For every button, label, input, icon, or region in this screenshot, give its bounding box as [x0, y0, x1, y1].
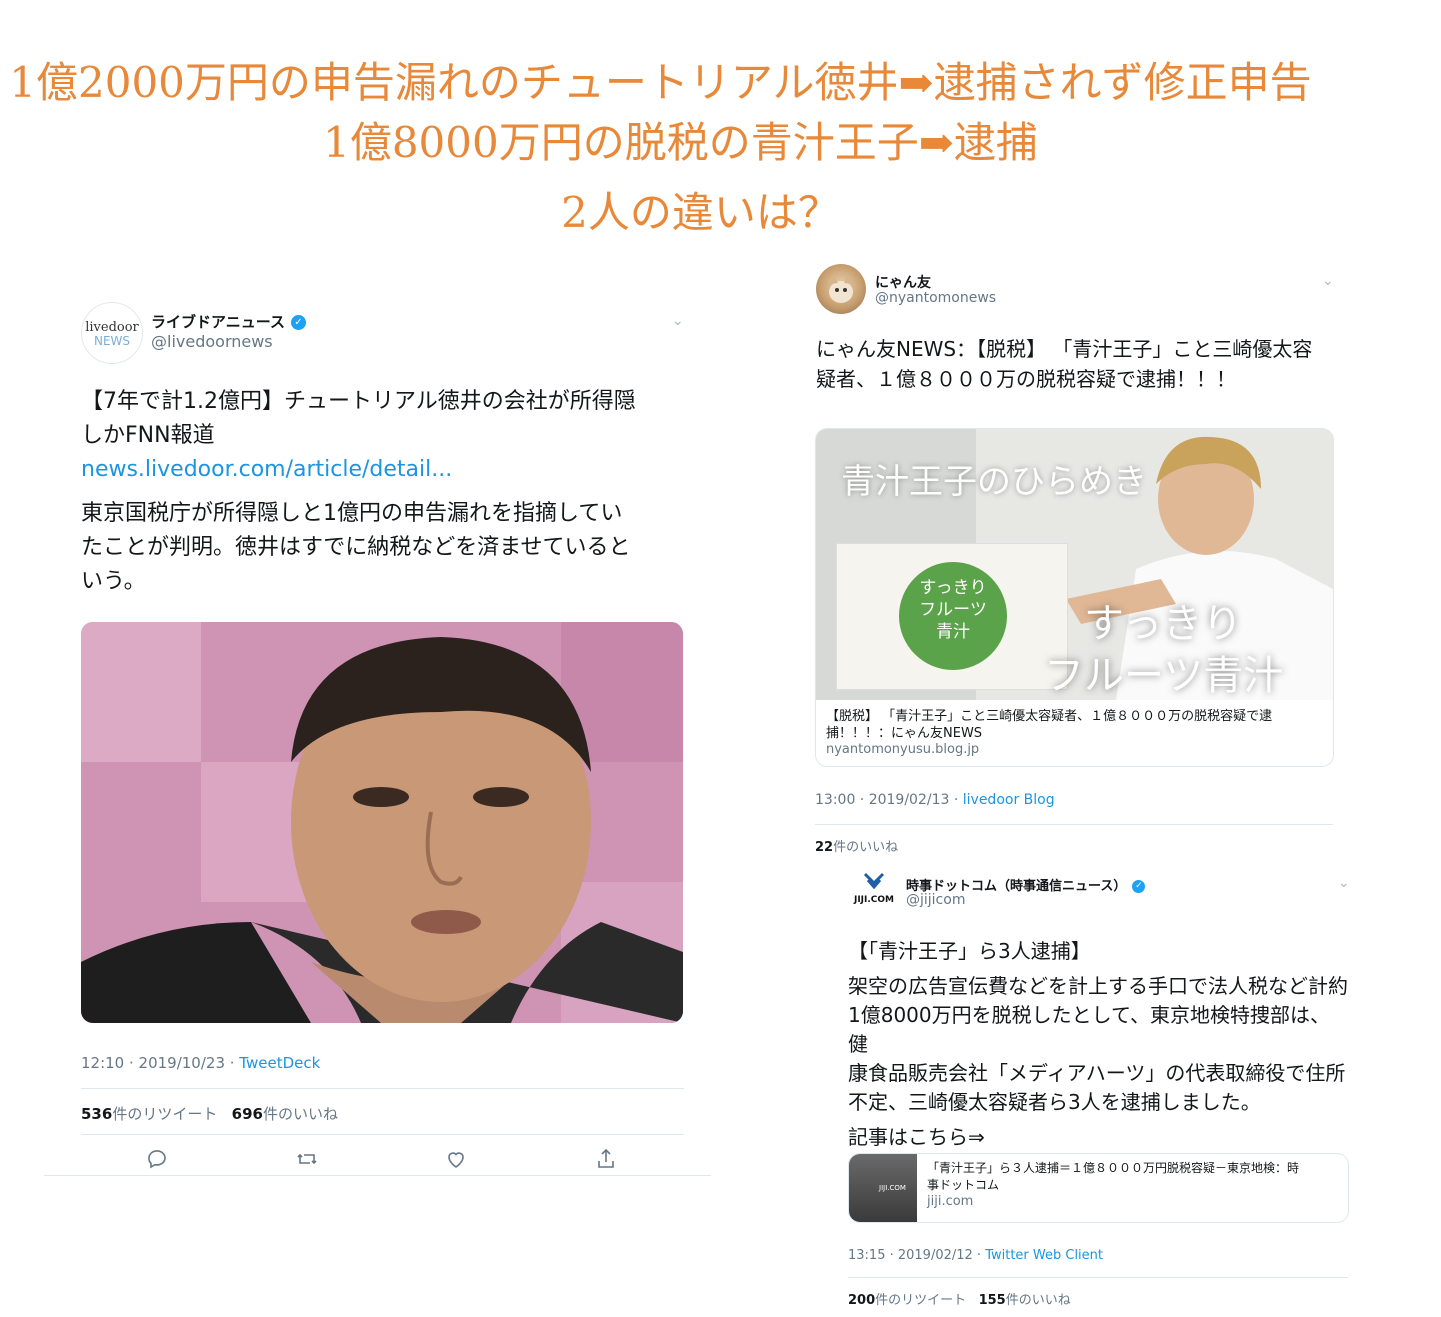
avatar[interactable]: livedoor NEWS	[81, 302, 143, 364]
tweet-text-line: たことが判明。徳井はすでに納税などを済ませていると	[81, 535, 631, 560]
like-count-label: 件のいいね	[262, 1105, 338, 1123]
jiji-logo-icon	[863, 872, 885, 890]
tweet-stats: 200件のリツイート 155件のいいね	[848, 1289, 1071, 1308]
portrait-illustration	[81, 622, 683, 1023]
tweet-stats: 22件のいいね	[815, 836, 898, 855]
card-overlay-title: 青汁王子のひらめき	[841, 462, 1147, 502]
tweet-text-line: 架空の広告宣伝費などを計上する手口で法人税など計約	[848, 974, 1348, 998]
tweet-text: 架空の広告宣伝費などを計上する手口で法人税など計約 1億8000万円を脱税したと…	[848, 972, 1348, 1152]
divider	[44, 1175, 711, 1176]
retweet-count[interactable]: 200	[848, 1293, 875, 1308]
product-package-circle: すっきり フルーツ 青汁	[899, 562, 1007, 670]
card-domain: jiji.com	[927, 1194, 974, 1209]
link-card[interactable]: JIJI.COM 「青汁王子」ら３人逮捕＝１億８０００万円脱税容疑－東京地検：時…	[848, 1153, 1349, 1223]
card-overlay-product-line2: フルーツ青汁	[1044, 653, 1284, 699]
card-thumbnail: JIJI.COM	[849, 1154, 917, 1222]
product-package: すっきり フルーツ 青汁	[836, 543, 1068, 690]
author-name[interactable]: にゃん友	[875, 272, 931, 292]
reply-icon[interactable]	[145, 1147, 169, 1171]
tweet-timestamp[interactable]: 12:10 · 2019/10/23 · TweetDeck	[81, 1054, 320, 1072]
like-count-label: 件のいいね	[833, 840, 899, 855]
card-title-line: 「青汁王子」ら３人逮捕＝１億８０００万円脱税容疑－東京地検：時	[927, 1161, 1300, 1175]
author-handle[interactable]: @jijicom	[906, 892, 965, 908]
chevron-down-icon[interactable]: ⌄	[672, 313, 684, 329]
tweet-link[interactable]: news.livedoor.com/article/detail...	[81, 453, 701, 487]
tweet-text-line: 康食品販売会社「メディアハーツ」の代表取締役で住所	[848, 1061, 1346, 1085]
tweet-text-line: にゃん友NEWS：【脱税】 「青汁王子」こと三崎優太容	[816, 337, 1313, 361]
share-icon[interactable]	[594, 1147, 618, 1171]
tweet-text-line: 記事はこちら⇒	[848, 1125, 985, 1149]
tweet-source[interactable]: TweetDeck	[239, 1054, 320, 1072]
author-handle[interactable]: @livedoornews	[151, 332, 273, 351]
headline-line-1: 1億2000万円の申告漏れのチュートリアル徳井➡逮捕されず修正申告	[9, 58, 1312, 107]
card-title-line: 捕！！！：にゃん友NEWS	[826, 726, 983, 741]
tweet-title: 【「青汁王子」ら3人逮捕】	[848, 939, 1091, 963]
card-overlay-product-line1: すっきり	[1084, 601, 1243, 647]
divider	[815, 824, 1333, 825]
card-domain: nyantomonyusu.blog.jp	[826, 742, 980, 757]
avatar[interactable]: JIJI.COM	[849, 871, 899, 907]
headline-line-2: 1億8000万円の脱税の青汁王子➡逮捕	[323, 118, 1038, 167]
retweet-count-label: 件のリツイート	[875, 1293, 967, 1308]
like-count-label: 件のいいね	[1005, 1293, 1071, 1308]
avatar-logo-text: livedoor	[85, 320, 139, 335]
author-name-text: ライブドアニュース	[151, 313, 285, 331]
like-count[interactable]: 22	[815, 840, 833, 855]
tweet-text-2: 東京国税庁が所得隠しと1億円の申告漏れを指摘してい たことが判明。徳井はすでに納…	[81, 497, 701, 599]
tweet-text-line: しかFNN報道	[81, 423, 215, 448]
like-icon[interactable]	[444, 1147, 468, 1171]
jiji-logo-text: JIJI.COM	[853, 895, 895, 905]
tweet-time: 13:15 · 2019/02/12 ·	[848, 1248, 986, 1263]
package-text-line: 青汁	[936, 622, 970, 642]
chevron-down-icon[interactable]: ⌄	[1322, 273, 1334, 289]
tweet-text: にゃん友NEWS：【脱税】 「青汁王子」こと三崎優太容 疑者、１億８０００万の脱…	[816, 334, 1336, 394]
retweet-icon[interactable]	[295, 1147, 319, 1171]
tweet-text: 【7年で計1.2億円】チュートリアル徳井の会社が所得隠 しかFNN報道 news…	[81, 385, 701, 487]
tweet-text-line: 【7年で計1.2億円】チュートリアル徳井の会社が所得隠	[81, 389, 636, 414]
retweet-count-label: 件のリツイート	[112, 1105, 218, 1123]
tweet-text-line: 不定、三崎優太容疑者ら3人を逮捕しました。	[848, 1090, 1261, 1114]
like-count[interactable]: 696	[232, 1105, 263, 1123]
tweet-time: 13:00 · 2019/02/13 ·	[815, 792, 963, 808]
tweet-source[interactable]: Twitter Web Client	[985, 1248, 1103, 1263]
divider	[81, 1088, 684, 1089]
verified-badge-icon: ✓	[1132, 880, 1146, 893]
tweet-text-line: 1億8000万円を脱税したとして、東京地検特捜部は、健	[848, 1003, 1331, 1056]
tweet-text-line: 東京国税庁が所得隠しと1億円の申告漏れを指摘してい	[81, 501, 623, 526]
tweet-source[interactable]: livedoor Blog	[963, 792, 1055, 808]
package-text-line: フルーツ	[919, 600, 987, 620]
verified-badge-icon: ✓	[290, 315, 306, 330]
card-title-line: 事ドットコム	[927, 1178, 1000, 1192]
cat-avatar-icon	[829, 276, 853, 303]
divider	[848, 1277, 1348, 1278]
tweet-timestamp[interactable]: 13:15 · 2019/02/12 · Twitter Web Client	[848, 1248, 1103, 1263]
card-text: 【脱税】 「青汁王子」こと三崎優太容疑者、１億８０００万の脱税容疑で逮 捕！！！…	[816, 700, 1333, 765]
avatar[interactable]	[816, 264, 866, 314]
package-text-line: すっきり	[919, 578, 987, 598]
avatar-logo-subtext: NEWS	[93, 334, 131, 348]
like-count[interactable]: 155	[979, 1293, 1006, 1308]
author-name[interactable]: ライブドアニュース ✓	[151, 311, 306, 332]
card-thumbnail-text: JIJI.COM	[879, 1184, 906, 1192]
tweet-timestamp[interactable]: 13:00 · 2019/02/13 · livedoor Blog	[815, 792, 1055, 808]
tweet-stats: 536件のリツイート 696件のいいね	[81, 1103, 338, 1124]
divider	[81, 1134, 684, 1135]
tweet-text-line: いう。	[81, 569, 146, 594]
retweet-count[interactable]: 536	[81, 1105, 112, 1123]
card-image: すっきり フルーツ 青汁 青汁王子のひらめき すっきり フルーツ青汁	[816, 429, 1333, 700]
author-handle[interactable]: @nyantomonews	[875, 290, 996, 306]
link-card[interactable]: すっきり フルーツ 青汁 青汁王子のひらめき すっきり フルーツ青汁 【脱税】 …	[815, 428, 1334, 767]
tweet-text-line: 疑者、１億８０００万の脱税容疑で逮捕！！！	[816, 367, 1236, 391]
card-title-line: 【脱税】 「青汁王子」こと三崎優太容疑者、１億８０００万の脱税容疑で逮	[826, 709, 1273, 724]
card-text: 「青汁王子」ら３人逮捕＝１億８０００万円脱税容疑－東京地検：時 事ドットコム j…	[927, 1160, 1339, 1209]
headline-line-3: 2人の違いは？	[561, 188, 840, 237]
tweet-photo[interactable]	[81, 622, 683, 1023]
tweet-time: 12:10 · 2019/10/23 ·	[81, 1054, 240, 1072]
chevron-down-icon[interactable]: ⌄	[1338, 875, 1350, 891]
